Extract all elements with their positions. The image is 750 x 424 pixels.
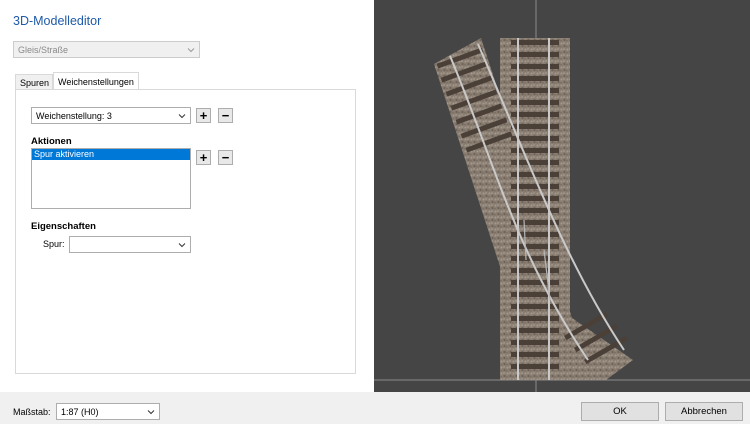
track-label: Spur: (43, 239, 65, 249)
plus-icon: + (199, 108, 208, 123)
type-select-value: Gleis/Straße (18, 44, 69, 55)
ok-button[interactable]: OK (581, 402, 659, 421)
list-item[interactable]: Spur aktivieren (32, 149, 190, 160)
minus-icon: − (221, 150, 230, 165)
properties-heading: Eigenschaften (31, 221, 96, 232)
actions-heading: Aktionen (31, 136, 72, 147)
switch-setting-select[interactable]: Weichenstellung: 3 (31, 107, 191, 124)
plus-icon: + (199, 150, 208, 165)
tab-spuren[interactable]: Spuren (15, 74, 53, 90)
cancel-button[interactable]: Abbrechen (665, 402, 743, 421)
3d-viewport[interactable] (374, 0, 750, 392)
scale-label: Maßstab: (13, 407, 51, 417)
scale-select[interactable]: 1:87 (H0) (56, 403, 160, 420)
actions-list[interactable]: Spur aktivieren (31, 148, 191, 209)
minus-icon: − (221, 108, 230, 123)
footer-bar: Maßstab: 1:87 (H0) OK Abbrechen (0, 392, 750, 424)
add-action-button[interactable]: + (196, 150, 211, 165)
track-model-render (374, 0, 750, 392)
chevron-down-icon (147, 410, 155, 415)
switch-setting-value: Weichenstellung: 3 (36, 110, 112, 121)
window-title: 3D-Modelleditor (13, 14, 102, 28)
type-select[interactable]: Gleis/Straße (13, 41, 200, 58)
chevron-down-icon (178, 243, 186, 248)
remove-action-button[interactable]: − (218, 150, 233, 165)
add-switch-setting-button[interactable]: + (196, 108, 211, 123)
scale-select-value: 1:87 (H0) (61, 406, 99, 417)
chevron-down-icon (178, 114, 186, 119)
remove-switch-setting-button[interactable]: − (218, 108, 233, 123)
track-select[interactable] (69, 236, 191, 253)
tab-weichenstellungen[interactable]: Weichenstellungen (53, 72, 139, 90)
chevron-down-icon (187, 48, 195, 53)
tab-panel: Weichenstellung: 3 + − Aktionen Spur akt… (15, 89, 356, 374)
editor-panel: 3D-Modelleditor Gleis/Straße Spuren Weic… (0, 0, 374, 392)
